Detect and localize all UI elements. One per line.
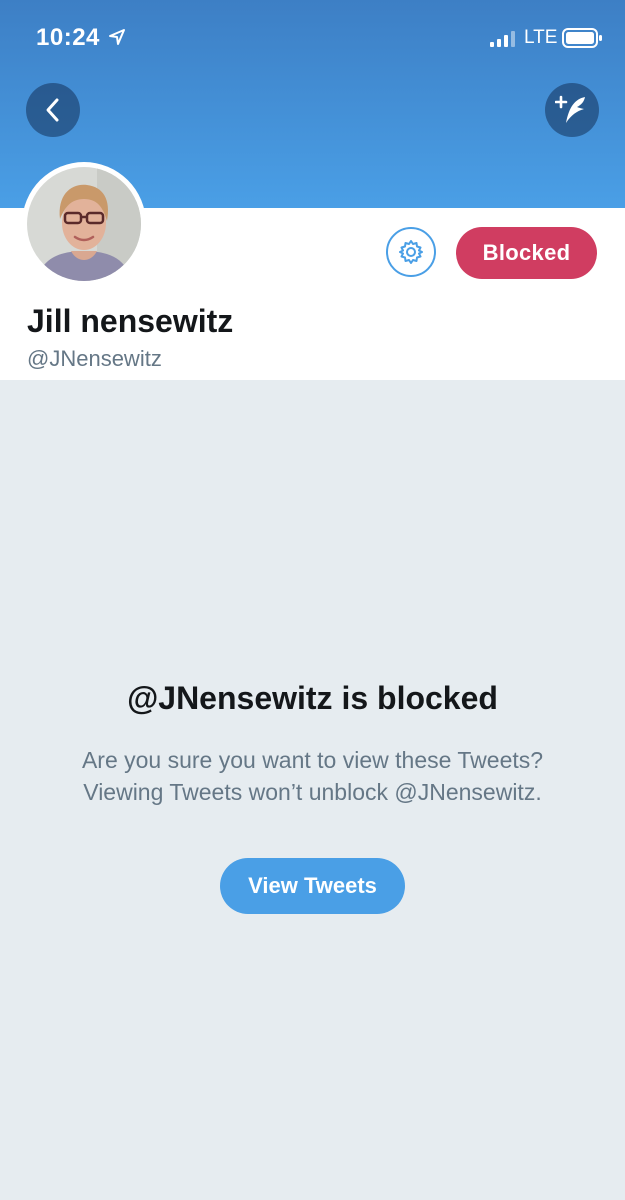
blocked-notice-line-2: Viewing Tweets won’t unblock @JNensewitz… <box>83 779 542 805</box>
blocked-button[interactable]: Blocked <box>456 227 597 279</box>
gear-icon <box>399 240 423 264</box>
chevron-left-icon <box>46 98 59 122</box>
avatar[interactable] <box>22 162 146 286</box>
avatar-photo <box>27 167 141 281</box>
profile-screen: 10:24 LTE Blocked Jill nensewitz @JNense… <box>0 0 625 1200</box>
status-bar: 10:24 LTE <box>0 0 625 80</box>
view-tweets-button[interactable]: View Tweets <box>220 858 405 914</box>
status-time: 10:24 <box>36 24 100 51</box>
location-arrow-icon <box>109 29 125 45</box>
blocked-notice-message: Are you sure you want to view these Twee… <box>0 744 625 808</box>
profile-display-name: Jill nensewitz <box>27 303 234 339</box>
cellular-signal-icon <box>490 31 515 47</box>
blocked-notice-title: @JNensewitz is blocked <box>127 680 498 716</box>
compose-tweet-button[interactable] <box>545 83 599 137</box>
battery-icon <box>562 28 602 48</box>
profile-handle: @JNensewitz <box>27 346 162 371</box>
blocked-notice-line-1: Are you sure you want to view these Twee… <box>81 747 544 773</box>
network-type: LTE <box>524 27 558 48</box>
compose-tweet-icon <box>555 95 585 123</box>
back-button[interactable] <box>26 83 80 137</box>
profile-settings-button[interactable] <box>386 227 436 277</box>
